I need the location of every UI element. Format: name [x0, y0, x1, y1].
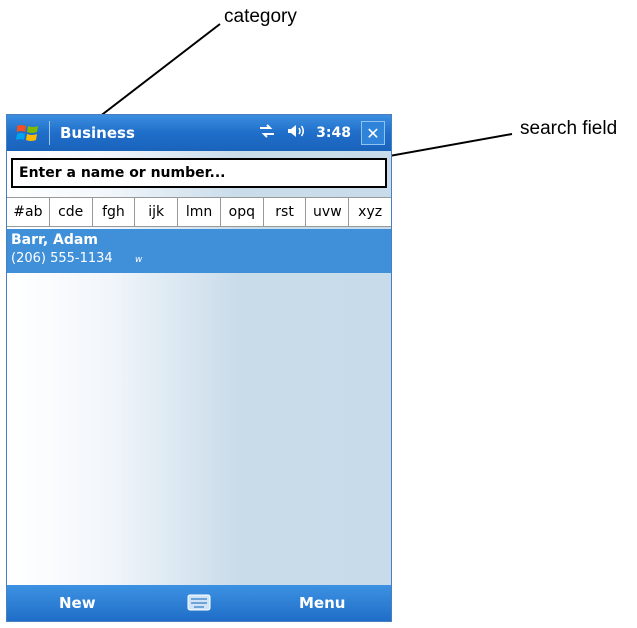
close-icon: ✕ [366, 123, 380, 143]
new-softkey[interactable]: New [59, 594, 96, 612]
close-button[interactable]: ✕ [361, 121, 385, 145]
alpha-tab-ijk[interactable]: ijk [135, 198, 179, 226]
keyboard-icon[interactable] [187, 594, 211, 611]
volume-icon[interactable] [286, 123, 306, 143]
title-bar: Business 3:48 ✕ [7, 115, 391, 151]
search-input[interactable] [11, 158, 387, 188]
contact-name: Barr, Adam [11, 232, 98, 248]
alpha-tab-ab[interactable]: #ab [7, 198, 50, 226]
alpha-tab-fgh[interactable]: fgh [93, 198, 136, 226]
category-callout-label: category [224, 6, 297, 27]
contact-list-item[interactable]: Barr, Adam (206) 555-1134 w [7, 229, 391, 273]
connectivity-icon[interactable] [258, 123, 276, 143]
alpha-tab-cde[interactable]: cde [50, 198, 93, 226]
alpha-tab-opq[interactable]: opq [221, 198, 264, 226]
alpha-tab-rst[interactable]: rst [264, 198, 307, 226]
menu-bar: New Menu [7, 585, 391, 621]
category-title[interactable]: Business [60, 124, 135, 142]
menu-softkey[interactable]: Menu [299, 594, 345, 612]
contacts-screen: Business 3:48 ✕ #ab cde [6, 114, 392, 622]
category-leader-line [85, 23, 221, 128]
alphabet-tabs: #ab cde fgh ijk lmn opq rst uvw xyz [7, 197, 391, 227]
title-divider [49, 121, 50, 145]
search-field-callout-label: search field [520, 118, 618, 139]
clock-time[interactable]: 3:48 [316, 125, 351, 141]
contact-phone-type: w [135, 255, 143, 265]
contact-phone: (206) 555-1134 [11, 251, 113, 266]
alpha-tab-uvw[interactable]: uvw [306, 198, 350, 226]
alpha-tab-xyz[interactable]: xyz [349, 198, 391, 226]
search-field-container [11, 158, 387, 188]
windows-start-flag-icon[interactable] [13, 120, 43, 146]
alpha-tab-lmn[interactable]: lmn [178, 198, 221, 226]
system-tray: 3:48 ✕ [258, 115, 385, 151]
